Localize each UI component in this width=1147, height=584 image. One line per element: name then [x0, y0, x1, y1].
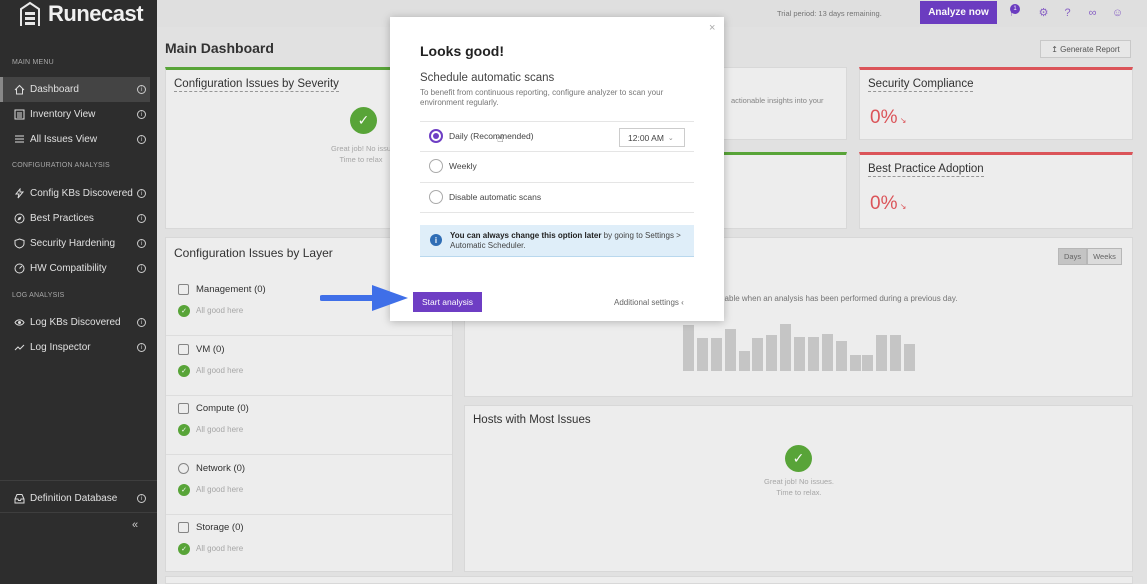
- info-icon[interactable]: i: [137, 264, 146, 273]
- sidebar-item-best-practices[interactable]: Best Practices i: [0, 206, 150, 231]
- home-icon: [14, 84, 25, 95]
- chevron-down-icon: ⌄: [667, 134, 674, 142]
- start-analysis-button[interactable]: Start analysis: [413, 292, 482, 312]
- sidebar-item-label: Config KBs Discovered: [30, 188, 133, 199]
- option-disable[interactable]: Disable automatic scans: [420, 182, 694, 213]
- weekly-label: Weekly: [449, 161, 477, 171]
- sidebar-item-dashboard[interactable]: Dashboard i: [0, 77, 150, 102]
- info-icon[interactable]: i: [137, 85, 146, 94]
- close-icon[interactable]: ×: [709, 22, 715, 34]
- modal-title: Looks good!: [420, 43, 504, 59]
- hand-cursor-icon: ☝: [497, 133, 504, 145]
- bolt-icon: [14, 188, 25, 199]
- info-box: i You can always change this option late…: [420, 225, 694, 257]
- sidebar-item-inventory-view[interactable]: Inventory View i: [0, 102, 150, 127]
- sidebar-item-label: Best Practices: [30, 213, 94, 224]
- option-daily[interactable]: Daily (Recommended) ☝ 12:00 AM ⌄: [420, 121, 694, 152]
- info-icon[interactable]: i: [137, 239, 146, 248]
- sidebar-item-log-inspector[interactable]: Log Inspector i: [0, 335, 150, 360]
- sidebar-item-label: Definition Database: [30, 493, 118, 504]
- sidebar-item-label: Security Hardening: [30, 238, 116, 249]
- info-icon[interactable]: i: [137, 343, 146, 352]
- sidebar: Runecast MAIN MENU Dashboard i Inventory…: [0, 0, 157, 584]
- eye-icon: [14, 317, 25, 328]
- config-analysis-label: CONFIGURATION ANALYSIS: [12, 162, 110, 169]
- list-icon: [14, 134, 25, 145]
- sidebar-item-label: HW Compatibility: [30, 263, 107, 274]
- collapse-sidebar-button[interactable]: «: [132, 519, 138, 531]
- info-icon[interactable]: i: [137, 214, 146, 223]
- info-icon[interactable]: i: [137, 494, 146, 503]
- sidebar-item-config-kbs[interactable]: Config KBs Discovered i: [0, 181, 150, 206]
- log-analysis-label: LOG ANALYSIS: [12, 292, 65, 299]
- disable-label: Disable automatic scans: [449, 192, 542, 202]
- sidebar-item-label: Log Inspector: [30, 342, 91, 353]
- disable-radio[interactable]: [429, 190, 443, 204]
- runecast-logo-icon: [20, 1, 40, 26]
- sidebar-item-label: All Issues View: [30, 134, 98, 145]
- weekly-radio[interactable]: [429, 159, 443, 173]
- info-text: You can always change this option later …: [450, 231, 690, 251]
- info-icon[interactable]: i: [137, 318, 146, 327]
- sidebar-item-label: Inventory View: [30, 109, 96, 120]
- arrow-icon: [320, 285, 408, 311]
- info-icon[interactable]: i: [137, 189, 146, 198]
- trend-icon: [14, 342, 25, 353]
- time-value: 12:00 AM: [628, 132, 664, 143]
- info-text-bold: You can always change this option later: [450, 231, 602, 240]
- shield-icon: [14, 238, 25, 249]
- daily-radio[interactable]: [429, 129, 443, 143]
- list-icon: [14, 109, 25, 120]
- sidebar-item-label: Dashboard: [30, 84, 79, 95]
- time-select[interactable]: 12:00 AM ⌄: [619, 128, 685, 147]
- logo[interactable]: Runecast: [18, 0, 144, 28]
- option-weekly[interactable]: Weekly: [420, 151, 694, 182]
- modal-subtitle: Schedule automatic scans: [420, 72, 555, 84]
- additional-settings-link[interactable]: Additional settings ‹: [614, 298, 684, 307]
- compass-icon: [14, 213, 25, 224]
- modal-description: To benefit from continuous reporting, co…: [420, 88, 664, 107]
- logo-text: Runecast: [48, 1, 144, 26]
- sidebar-item-security-hardening[interactable]: Security Hardening i: [0, 231, 150, 256]
- daily-label: Daily (Recommended): [449, 131, 534, 141]
- sidebar-divider: [0, 480, 157, 481]
- schedule-scans-modal: × Looks good! Schedule automatic scans T…: [390, 17, 724, 321]
- sidebar-item-definition-database[interactable]: Definition Database i: [0, 486, 150, 511]
- inbox-icon: [14, 493, 25, 504]
- sidebar-item-all-issues-view[interactable]: All Issues View i: [0, 127, 150, 152]
- sidebar-divider: [0, 512, 157, 513]
- gauge-icon: [14, 263, 25, 274]
- sidebar-item-label: Log KBs Discovered: [30, 317, 121, 328]
- info-icon[interactable]: i: [137, 110, 146, 119]
- sidebar-item-hw-compatibility[interactable]: HW Compatibility i: [0, 256, 150, 281]
- sidebar-item-log-kbs[interactable]: Log KBs Discovered i: [0, 310, 150, 335]
- info-icon[interactable]: i: [137, 135, 146, 144]
- info-icon: i: [430, 234, 442, 246]
- main-menu-label: MAIN MENU: [12, 59, 54, 66]
